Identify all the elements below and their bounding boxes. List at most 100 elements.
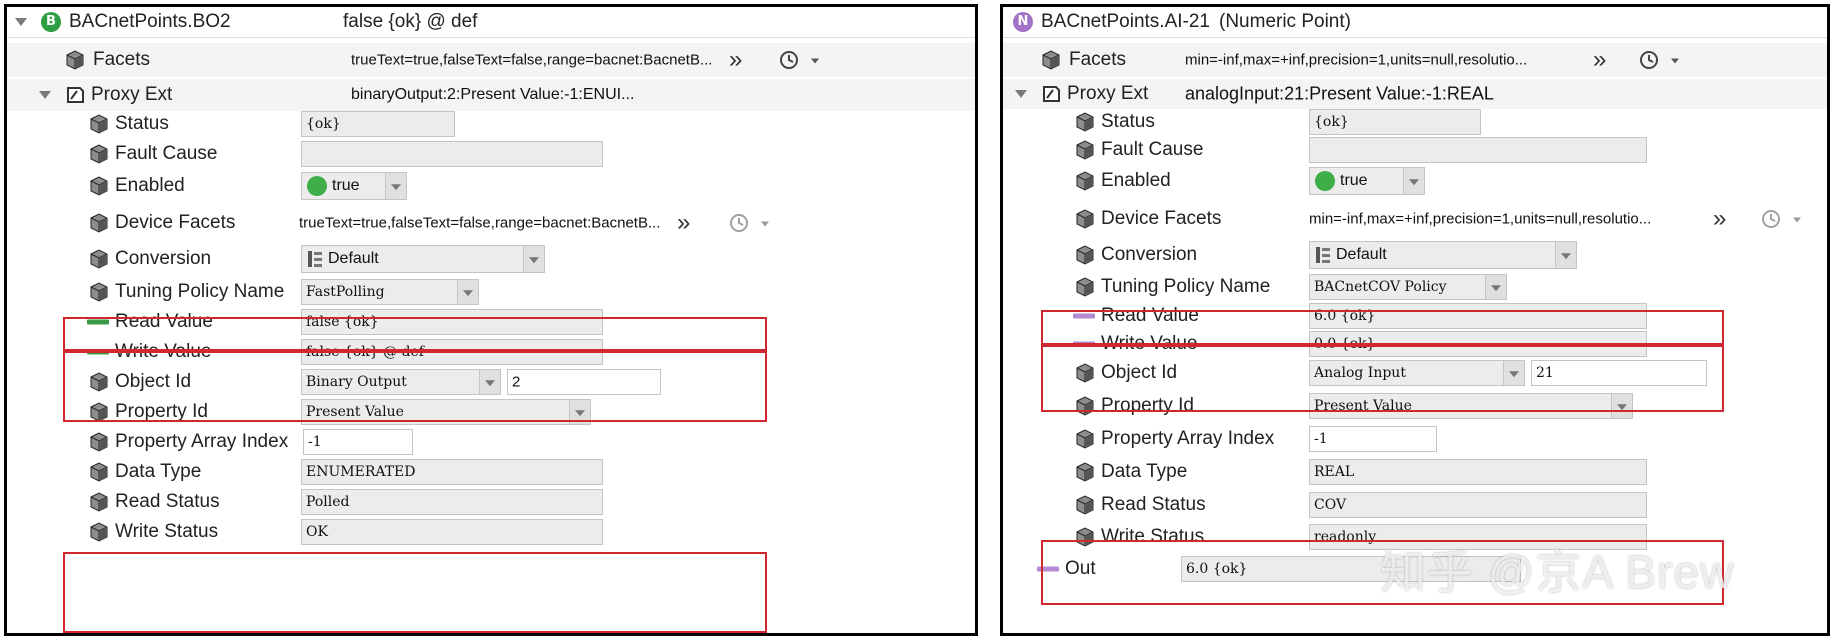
clock-icon[interactable]: [1761, 209, 1781, 229]
fault-cause-label: Fault Cause: [1101, 139, 1204, 160]
clock-icon[interactable]: [779, 50, 799, 70]
conversion-row: Conversion Default: [1003, 239, 1827, 271]
property-cube-icon: [1075, 171, 1095, 191]
property-cube-icon: [1075, 140, 1095, 160]
property-cube-icon: [89, 249, 109, 269]
facets-label: Facets: [1069, 49, 1127, 70]
array-index-input[interactable]: -1: [303, 429, 413, 455]
status-row: Status {ok}: [7, 109, 975, 139]
enabled-dot-icon: [307, 176, 327, 196]
property-cube-icon: [89, 522, 109, 542]
fault-cause-label: Fault Cause: [115, 143, 218, 164]
enabled-select[interactable]: true: [1309, 167, 1425, 195]
proxy-ext-row[interactable]: Proxy Ext binaryOutput:2:Present Value:-…: [7, 79, 975, 111]
proxy-ext-label: Proxy Ext: [1067, 83, 1149, 104]
highlight-box-values: [1041, 345, 1724, 412]
collapse-triangle-icon[interactable]: [15, 18, 27, 26]
device-facets-dropdown-icon[interactable]: [1793, 217, 1801, 223]
property-cube-icon: [1075, 429, 1095, 449]
property-cube-icon: [1075, 209, 1095, 229]
read-status-field: COV: [1309, 492, 1647, 518]
proxy-ext-label: Proxy Ext: [91, 84, 173, 105]
facets-row: Facets trueText=true,falseText=false,ran…: [7, 43, 975, 77]
device-facets-label: Device Facets: [115, 212, 236, 233]
double-chevron-icon[interactable]: »: [729, 48, 742, 72]
property-cube-icon: [89, 144, 109, 164]
device-facets-row: Device Facets trueText=true,falseText=fa…: [7, 205, 975, 241]
enabled-select[interactable]: true: [301, 172, 407, 200]
read-status-label: Read Status: [1101, 494, 1206, 515]
facets-dropdown-icon[interactable]: [1671, 58, 1679, 64]
property-cube-icon: [89, 462, 109, 482]
status-row: Status {ok}: [1003, 107, 1827, 137]
chevron-down-icon[interactable]: [1491, 285, 1501, 292]
point-name: BACnetPoints.BO2: [69, 11, 231, 32]
status-label: Status: [1101, 111, 1155, 132]
data-type-label: Data Type: [1101, 461, 1188, 482]
array-index-label: Property Array Index: [115, 431, 289, 452]
conversion-select[interactable]: Default: [1309, 241, 1577, 269]
chevron-down-icon[interactable]: [463, 290, 473, 297]
chevron-down-icon[interactable]: [529, 257, 539, 264]
property-cube-icon: [89, 432, 109, 452]
point-type: (Numeric Point): [1219, 11, 1351, 32]
collapse-triangle-icon[interactable]: [39, 91, 51, 99]
array-index-input[interactable]: -1: [1309, 426, 1437, 452]
property-cube-icon: [89, 176, 109, 196]
facets-value: trueText=true,falseText=false,range=bacn…: [351, 51, 713, 69]
proxy-ext-row[interactable]: Proxy Ext analogInput:21:Present Value:-…: [1003, 79, 1827, 109]
proxy-ext-icon: [1041, 84, 1061, 104]
highlight-box-status: [63, 552, 767, 633]
watermark-text: 知乎 @京A Brew: [1380, 546, 1735, 598]
double-chevron-icon[interactable]: »: [1713, 207, 1726, 231]
double-chevron-icon[interactable]: »: [677, 211, 690, 235]
property-cube-icon: [1041, 50, 1061, 70]
tuning-policy-select[interactable]: BACnetCOV Policy: [1309, 274, 1507, 300]
status-field: {ok}: [1309, 109, 1481, 135]
enabled-dot-icon: [1315, 171, 1335, 191]
clock-icon[interactable]: [1639, 50, 1659, 70]
highlight-box-tuning: [1041, 310, 1724, 345]
point-name: BACnetPoints.AI-21: [1041, 11, 1210, 32]
enabled-label: Enabled: [1101, 170, 1171, 191]
fault-cause-field: [1309, 137, 1647, 163]
facets-dropdown-icon[interactable]: [811, 58, 819, 64]
double-chevron-icon[interactable]: »: [1593, 48, 1606, 72]
point-header-row[interactable]: B BACnetPoints.BO2 false {ok} @ def: [7, 7, 975, 38]
chevron-down-icon[interactable]: [1409, 179, 1419, 186]
property-cube-icon: [1075, 495, 1095, 515]
point-out-value: false {ok} @ def: [343, 11, 478, 32]
data-type-field: ENUMERATED: [301, 459, 603, 485]
chevron-down-icon[interactable]: [391, 184, 401, 191]
array-index-row: Property Array Index -1: [1003, 424, 1827, 454]
facets-row: Facets min=-inf,max=+inf,precision=1,uni…: [1003, 43, 1827, 77]
chevron-down-icon[interactable]: [1561, 253, 1571, 260]
status-field: {ok}: [301, 111, 455, 137]
fault-cause-row: Fault Cause: [7, 139, 975, 169]
enabled-row: Enabled true: [1003, 165, 1827, 197]
facets-label: Facets: [93, 49, 151, 70]
highlight-box-tuning: [63, 317, 767, 351]
conversion-label: Conversion: [1101, 244, 1198, 265]
conversion-icon: [307, 250, 323, 268]
property-cube-icon: [89, 213, 109, 233]
facets-value: min=-inf,max=+inf,precision=1,units=null…: [1185, 51, 1528, 69]
clock-icon[interactable]: [729, 213, 749, 233]
conversion-icon: [1315, 246, 1331, 264]
property-cube-icon: [89, 282, 109, 302]
conversion-select[interactable]: Default: [301, 245, 545, 273]
read-status-row: Read Status COV: [1003, 490, 1827, 520]
device-facets-dropdown-icon[interactable]: [761, 221, 769, 227]
point-header-row[interactable]: N BACnetPoints.AI-21 (Numeric Point): [1003, 7, 1827, 38]
device-facets-row: Device Facets min=-inf,max=+inf,precisio…: [1003, 201, 1827, 237]
fault-cause-field: [301, 141, 603, 167]
collapse-triangle-icon[interactable]: [1015, 90, 1027, 98]
tuning-policy-select[interactable]: FastPolling: [301, 279, 479, 305]
device-facets-value: trueText=true,falseText=false,range=bacn…: [299, 214, 661, 232]
proxy-ext-icon: [65, 85, 85, 105]
conversion-row: Conversion Default: [7, 243, 975, 275]
property-cube-icon: [65, 50, 85, 70]
write-status-row: Write Status OK: [7, 517, 975, 547]
data-type-field: REAL: [1309, 459, 1647, 485]
data-type-row: Data Type REAL: [1003, 457, 1827, 487]
